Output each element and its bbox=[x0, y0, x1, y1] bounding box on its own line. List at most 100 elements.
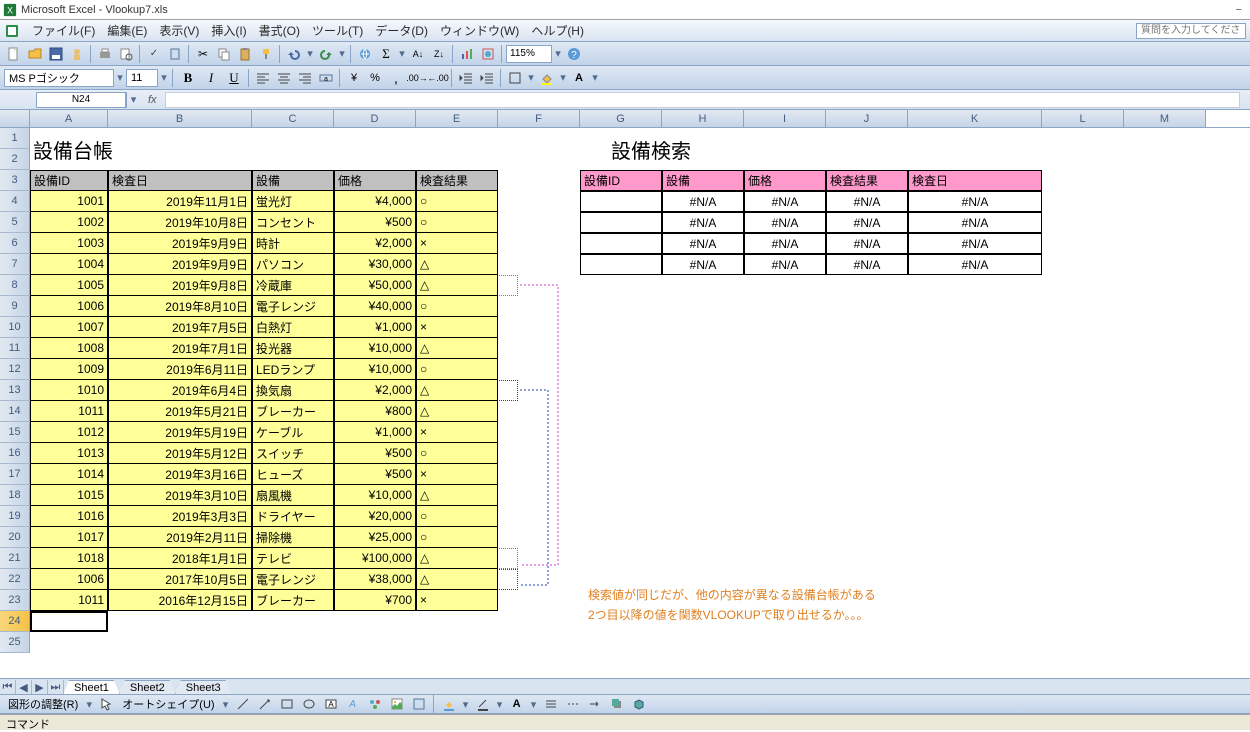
cell-B8[interactable]: 2019年9月8日 bbox=[108, 275, 252, 296]
autosum-button[interactable]: Σ bbox=[376, 44, 396, 64]
menu-file[interactable]: ファイル(F) bbox=[26, 20, 101, 41]
cell-A22[interactable]: 1006 bbox=[30, 569, 108, 590]
cell-E22[interactable]: △ bbox=[416, 569, 498, 590]
cell-D14[interactable]: ¥800 bbox=[334, 401, 416, 422]
cell-H6[interactable]: #N/A bbox=[662, 233, 744, 254]
row-header-16[interactable]: 16 bbox=[0, 443, 30, 464]
cell-B19[interactable]: 2019年3月3日 bbox=[108, 506, 252, 527]
cell-D23[interactable]: ¥700 bbox=[334, 590, 416, 611]
cell-A18[interactable]: 1015 bbox=[30, 485, 108, 506]
menu-edit[interactable]: 編集(E) bbox=[101, 20, 153, 41]
cell-D3[interactable]: 価格 bbox=[334, 170, 416, 191]
print-button[interactable] bbox=[95, 44, 115, 64]
menu-window[interactable]: ウィンドウ(W) bbox=[434, 20, 525, 41]
draw-adjust-button[interactable]: 図形の調整(R) bbox=[4, 696, 82, 712]
sort-desc-button[interactable]: Z↓ bbox=[429, 44, 449, 64]
cells-area[interactable]: 設備台帳 設備検索 検索値が同じだが、他の内容が異なる設備台帳がある 2つ目以降… bbox=[30, 128, 1250, 658]
cell-D19[interactable]: ¥20,000 bbox=[334, 506, 416, 527]
cell-B12[interactable]: 2019年6月11日 bbox=[108, 359, 252, 380]
col-header-H[interactable]: H bbox=[662, 110, 744, 127]
cell-C16[interactable]: スイッチ bbox=[252, 443, 334, 464]
cell-A16[interactable]: 1013 bbox=[30, 443, 108, 464]
row-header-23[interactable]: 23 bbox=[0, 590, 30, 611]
italic-button[interactable]: I bbox=[200, 68, 222, 88]
cell-E12[interactable]: ○ bbox=[416, 359, 498, 380]
cell-B22[interactable]: 2017年10月5日 bbox=[108, 569, 252, 590]
cell-C3[interactable]: 設備 bbox=[252, 170, 334, 191]
col-header-D[interactable]: D bbox=[334, 110, 416, 127]
picture-button[interactable] bbox=[409, 694, 429, 714]
format-painter-button[interactable] bbox=[256, 44, 276, 64]
cell-A12[interactable]: 1009 bbox=[30, 359, 108, 380]
cell-C12[interactable]: LEDランプ bbox=[252, 359, 334, 380]
col-header-M[interactable]: M bbox=[1124, 110, 1206, 127]
col-header-C[interactable]: C bbox=[252, 110, 334, 127]
align-left-button[interactable] bbox=[253, 68, 273, 88]
research-button[interactable] bbox=[165, 44, 185, 64]
cell-A7[interactable]: 1004 bbox=[30, 254, 108, 275]
menu-view[interactable]: 表示(V) bbox=[153, 20, 205, 41]
cell-E18[interactable]: △ bbox=[416, 485, 498, 506]
cell-A17[interactable]: 1014 bbox=[30, 464, 108, 485]
cell-B5[interactable]: 2019年10月8日 bbox=[108, 212, 252, 233]
textbox-button[interactable]: A bbox=[321, 694, 341, 714]
cell-C19[interactable]: ドライヤー bbox=[252, 506, 334, 527]
decrease-decimal-button[interactable]: ←.00 bbox=[428, 68, 448, 88]
cell-A4[interactable]: 1001 bbox=[30, 191, 108, 212]
cell-B9[interactable]: 2019年8月10日 bbox=[108, 296, 252, 317]
permission-button[interactable] bbox=[67, 44, 87, 64]
menu-insert[interactable]: 挿入(I) bbox=[205, 20, 252, 41]
redo-dropdown[interactable]: ▾ bbox=[337, 44, 347, 64]
sheet-tab-2[interactable]: Sheet2 bbox=[119, 680, 176, 695]
cell-E11[interactable]: △ bbox=[416, 338, 498, 359]
cell-G7[interactable] bbox=[580, 254, 662, 275]
cell-B7[interactable]: 2019年9月9日 bbox=[108, 254, 252, 275]
cell-E20[interactable]: ○ bbox=[416, 527, 498, 548]
increase-indent-button[interactable] bbox=[477, 68, 497, 88]
cell-E17[interactable]: × bbox=[416, 464, 498, 485]
cell-B11[interactable]: 2019年7月1日 bbox=[108, 338, 252, 359]
cell-C13[interactable]: 換気扇 bbox=[252, 380, 334, 401]
font-color-button[interactable]: A bbox=[569, 68, 589, 88]
cell-D20[interactable]: ¥25,000 bbox=[334, 527, 416, 548]
cell-C17[interactable]: ヒューズ bbox=[252, 464, 334, 485]
row-header-7[interactable]: 7 bbox=[0, 254, 30, 275]
cell-E14[interactable]: △ bbox=[416, 401, 498, 422]
cell-B23[interactable]: 2016年12月15日 bbox=[108, 590, 252, 611]
cell-B14[interactable]: 2019年5月21日 bbox=[108, 401, 252, 422]
cell-E4[interactable]: ○ bbox=[416, 191, 498, 212]
fx-icon[interactable]: fx bbox=[148, 94, 157, 106]
cell-A20[interactable]: 1017 bbox=[30, 527, 108, 548]
cell-D9[interactable]: ¥40,000 bbox=[334, 296, 416, 317]
cell-H7[interactable]: #N/A bbox=[662, 254, 744, 275]
cell-B13[interactable]: 2019年6月4日 bbox=[108, 380, 252, 401]
draw-adjust-dropdown[interactable]: ▾ bbox=[84, 694, 94, 714]
borders-button[interactable] bbox=[505, 68, 525, 88]
cell-G6[interactable] bbox=[580, 233, 662, 254]
autoshapes-button[interactable]: オートシェイプ(U) bbox=[118, 696, 218, 712]
menu-tools[interactable]: ツール(T) bbox=[306, 20, 369, 41]
cell-C15[interactable]: ケーブル bbox=[252, 422, 334, 443]
cell-C5[interactable]: コンセント bbox=[252, 212, 334, 233]
row-header-14[interactable]: 14 bbox=[0, 401, 30, 422]
cell-K3[interactable]: 検査日 bbox=[908, 170, 1042, 191]
bold-button[interactable]: B bbox=[177, 68, 199, 88]
line-style-button[interactable] bbox=[541, 694, 561, 714]
cell-E5[interactable]: ○ bbox=[416, 212, 498, 233]
cell-C10[interactable]: 白熱灯 bbox=[252, 317, 334, 338]
cell-B10[interactable]: 2019年7月5日 bbox=[108, 317, 252, 338]
cell-C18[interactable]: 扇風機 bbox=[252, 485, 334, 506]
comma-button[interactable]: , bbox=[386, 68, 406, 88]
col-header-L[interactable]: L bbox=[1042, 110, 1124, 127]
cell-A13[interactable]: 1010 bbox=[30, 380, 108, 401]
name-box[interactable]: N24 bbox=[36, 92, 126, 108]
menu-data[interactable]: データ(D) bbox=[369, 20, 434, 41]
cell-G4[interactable] bbox=[580, 191, 662, 212]
cell-A15[interactable]: 1012 bbox=[30, 422, 108, 443]
cell-I7[interactable]: #N/A bbox=[744, 254, 826, 275]
cell-B17[interactable]: 2019年3月16日 bbox=[108, 464, 252, 485]
formula-bar[interactable] bbox=[165, 92, 1240, 108]
menu-help[interactable]: ヘルプ(H) bbox=[525, 20, 590, 41]
hyperlink-button[interactable] bbox=[355, 44, 375, 64]
row-header-20[interactable]: 20 bbox=[0, 527, 30, 548]
